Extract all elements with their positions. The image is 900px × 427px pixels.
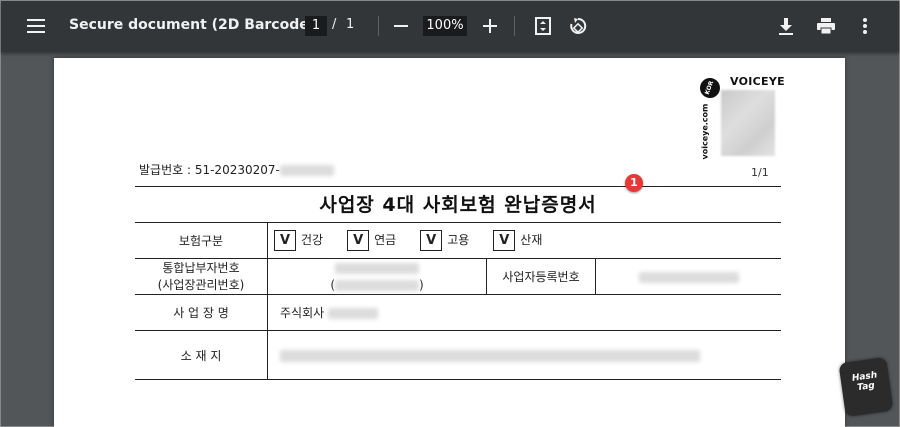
checkbox-employment: V xyxy=(420,230,443,251)
print-icon[interactable] xyxy=(815,14,837,38)
table-row: 소 재 지 xyxy=(135,330,781,380)
insurance-type-label: 보험구분 xyxy=(135,223,268,259)
pdf-toolbar: Secure document (2D Barcode) 1 / 1 100% xyxy=(1,1,899,52)
business-reg-value xyxy=(595,258,781,295)
check-label: 건강 xyxy=(301,233,324,247)
issue-number: 발급번호 : 51-20230207- xyxy=(139,161,334,178)
check-label: 산재 xyxy=(520,233,543,247)
table-row: 통합납부자번호 (사업장관리번호) () 사업자등록번호 xyxy=(135,258,781,295)
total-pages: 1 xyxy=(346,17,355,32)
check-label: 연금 xyxy=(374,233,397,247)
issue-number-label: 발급번호 : 51-20230207- xyxy=(139,163,280,177)
more-options-icon[interactable] xyxy=(857,14,873,38)
insurance-checks: V 건강 V 연금 V 고용 V 산재 xyxy=(267,223,781,259)
toolbar-divider xyxy=(514,16,515,36)
fit-page-icon[interactable] xyxy=(533,14,553,38)
business-reg-label: 사업자등록번호 xyxy=(486,258,596,295)
annotation-badge: 1 xyxy=(625,174,643,192)
pdf-page: KOR VOICEYE voiceye.com 발급번호 : 51-202302… xyxy=(54,58,845,427)
zoom-level-input[interactable]: 100% xyxy=(423,16,467,36)
certificate-title: 사업장 4대 사회보험 완납증명서 xyxy=(319,194,597,216)
check-item: V 건강 xyxy=(274,230,323,251)
address-value xyxy=(267,330,781,380)
unified-payer-label-line1: 통합납부자번호 xyxy=(162,260,240,275)
checkbox-industrial: V xyxy=(493,230,516,251)
voiceye-logo: VOICEYE xyxy=(730,75,785,88)
check-item: V 고용 xyxy=(420,230,469,251)
checkbox-health: V xyxy=(274,230,296,251)
workplace-name-text: 주식회사 xyxy=(280,306,325,320)
paren-close: ) xyxy=(419,277,424,292)
unified-payer-label: 통합납부자번호 (사업장관리번호) xyxy=(135,258,268,295)
check-label: 고용 xyxy=(447,233,470,247)
voiceye-barcode: KOR VOICEYE voiceye.com xyxy=(697,72,785,160)
address-label: 소 재 지 xyxy=(135,330,268,380)
unified-payer-value: () xyxy=(267,258,487,295)
workplace-name-value: 주식회사 xyxy=(267,294,781,331)
zoom-out-icon[interactable] xyxy=(391,14,411,38)
redacted-text xyxy=(279,165,334,176)
redacted-text xyxy=(328,308,378,319)
zoom-in-icon[interactable] xyxy=(480,14,500,38)
toolbar-divider xyxy=(378,16,379,36)
page-separator: / xyxy=(332,17,337,32)
voiceye-url: voiceye.com xyxy=(700,103,710,160)
check-item: V 산재 xyxy=(493,230,542,251)
redacted-text xyxy=(280,349,700,362)
redacted-text xyxy=(335,262,419,274)
page-indicator: 1/1 xyxy=(751,166,769,179)
page-number-input[interactable]: 1 xyxy=(305,16,327,36)
certificate-table: 보험구분 V 건강 V 연금 V 고용 V 산재 통합납부자번호 (사업장관리번호) () 사… xyxy=(135,223,781,380)
workplace-name-label: 사 업 장 명 xyxy=(135,294,268,331)
redacted-text xyxy=(335,279,419,291)
menu-icon[interactable] xyxy=(25,14,47,38)
table-row: 보험구분 V 건강 V 연금 V 고용 V 산재 xyxy=(135,223,781,259)
download-icon[interactable] xyxy=(776,14,796,38)
table-row: 사 업 장 명 주식회사 xyxy=(135,294,781,331)
unified-payer-label-line2: (사업장관리번호) xyxy=(157,277,245,292)
check-item: V 연금 xyxy=(347,230,396,251)
hashtag-watermark: Hash Tag xyxy=(838,356,894,418)
redacted-text xyxy=(638,271,739,283)
document-title: Secure document (2D Barcode) xyxy=(69,17,316,33)
barcode-image xyxy=(721,90,775,156)
rotate-icon[interactable] xyxy=(567,14,589,38)
checkbox-pension: V xyxy=(347,230,370,251)
title-rule-top xyxy=(135,186,781,187)
